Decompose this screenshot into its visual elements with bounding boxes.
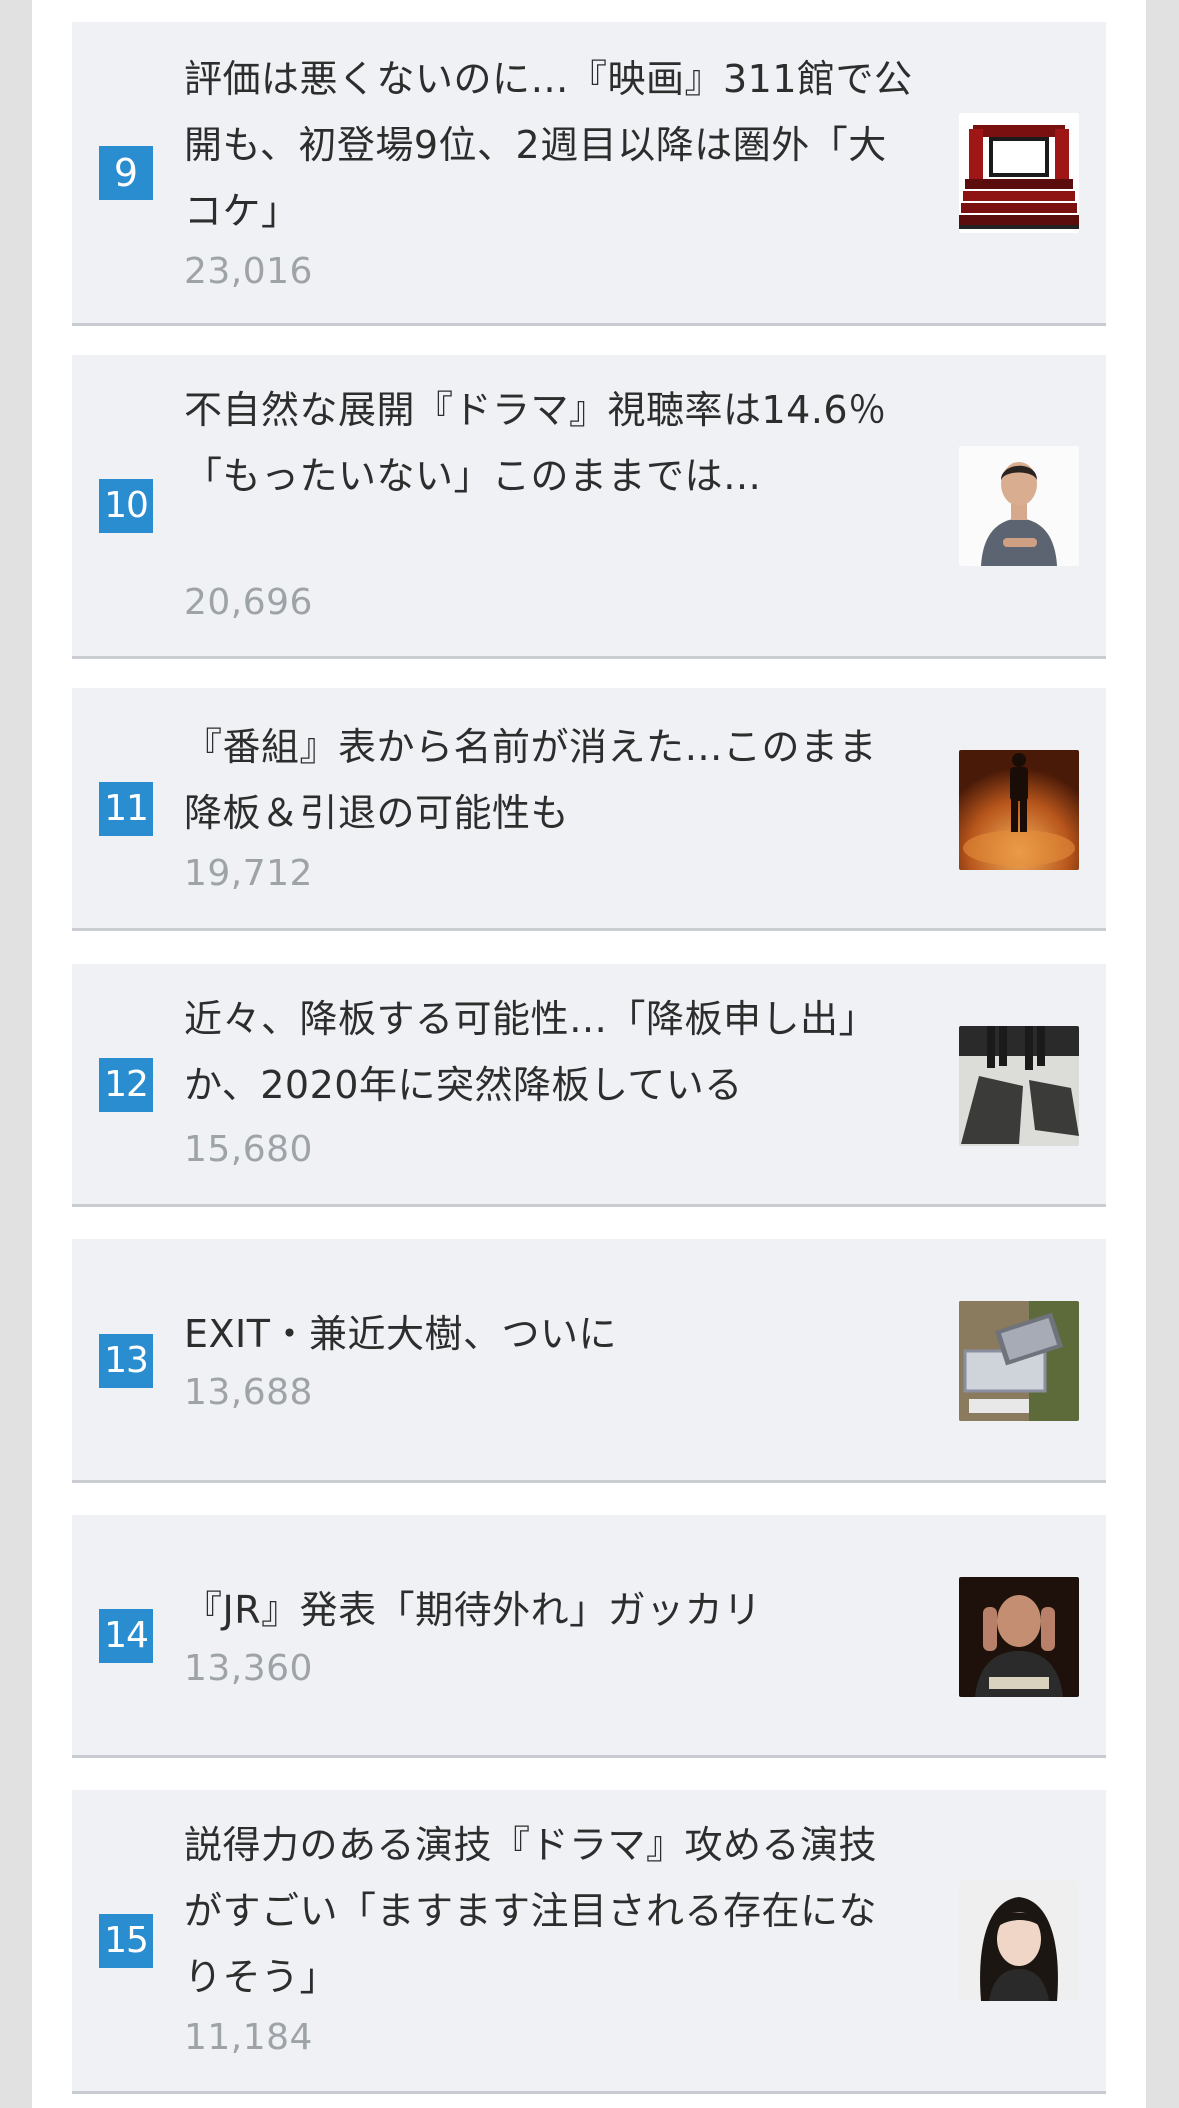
ranking-item-11[interactable]: 11 『番組』表から名前が消えた…このまま降板＆引退の可能性も 19,712	[72, 688, 1106, 931]
rank-badge: 14	[99, 1609, 153, 1663]
ranking-item-9[interactable]: 9 評価は悪くないのに…『映画』311館で公開も、初登場9位、2週目以降は圏外「…	[72, 22, 1106, 326]
view-count: 11,184	[184, 2017, 313, 2058]
view-count: 15,680	[184, 1129, 313, 1170]
ranking-item-10[interactable]: 10 不自然な展開『ドラマ』視聴率は14.6％「もったいない」このままでは… 2…	[72, 355, 1106, 659]
ranking-list: 9 評価は悪くないのに…『映画』311館で公開も、初登場9位、2週目以降は圏外「…	[32, 0, 1146, 2108]
article-title[interactable]: 近々、降板する可能性…「降板申し出」か、2020年に突然降板している	[184, 986, 914, 1118]
view-count: 23,016	[184, 251, 313, 292]
ranking-item-12[interactable]: 12 近々、降板する可能性…「降板申し出」か、2020年に突然降板している 15…	[72, 964, 1106, 1207]
article-title[interactable]: 『番組』表から名前が消えた…このまま降板＆引退の可能性も	[184, 714, 914, 846]
rank-badge: 9	[99, 146, 153, 200]
article-title[interactable]: 不自然な展開『ドラマ』視聴率は14.6％「もったいない」このままでは…	[184, 377, 914, 509]
rank-badge: 13	[99, 1334, 153, 1388]
woman-portrait-icon[interactable]	[959, 1881, 1079, 2001]
rank-badge: 12	[99, 1058, 153, 1112]
rank-badge: 15	[99, 1914, 153, 1968]
view-count: 20,696	[184, 582, 313, 623]
man-portrait-icon[interactable]	[959, 446, 1079, 566]
rank-badge: 10	[99, 479, 153, 533]
man-head-in-hands-icon[interactable]	[959, 1577, 1079, 1697]
article-title[interactable]: 説得力のある演技『ドラマ』攻める演技がすごい「ますます注目される存在になりそう」	[184, 1812, 914, 2010]
view-count: 19,712	[184, 853, 313, 894]
movie-theater-icon[interactable]	[959, 113, 1079, 233]
silhouette-figure-icon[interactable]	[959, 750, 1079, 870]
rank-badge: 11	[99, 782, 153, 836]
article-title[interactable]: EXIT・兼近大樹、ついに	[184, 1301, 914, 1367]
article-title[interactable]: 『JR』発表「期待外れ」ガッカリ	[184, 1577, 914, 1643]
laptop-on-lap-icon[interactable]	[959, 1301, 1079, 1421]
ranking-item-14[interactable]: 14 『JR』発表「期待外れ」ガッカリ 13,360	[72, 1515, 1106, 1758]
article-title[interactable]: 評価は悪くないのに…『映画』311館で公開も、初登場9位、2週目以降は圏外「大コ…	[184, 46, 914, 244]
ranking-item-13[interactable]: 13 EXIT・兼近大樹、ついに 13,688	[72, 1239, 1106, 1483]
walking-shadows-icon[interactable]	[959, 1026, 1079, 1146]
view-count: 13,360	[184, 1648, 313, 1689]
ranking-item-15[interactable]: 15 説得力のある演技『ドラマ』攻める演技がすごい「ますます注目される存在になり…	[72, 1790, 1106, 2094]
view-count: 13,688	[184, 1372, 313, 1413]
